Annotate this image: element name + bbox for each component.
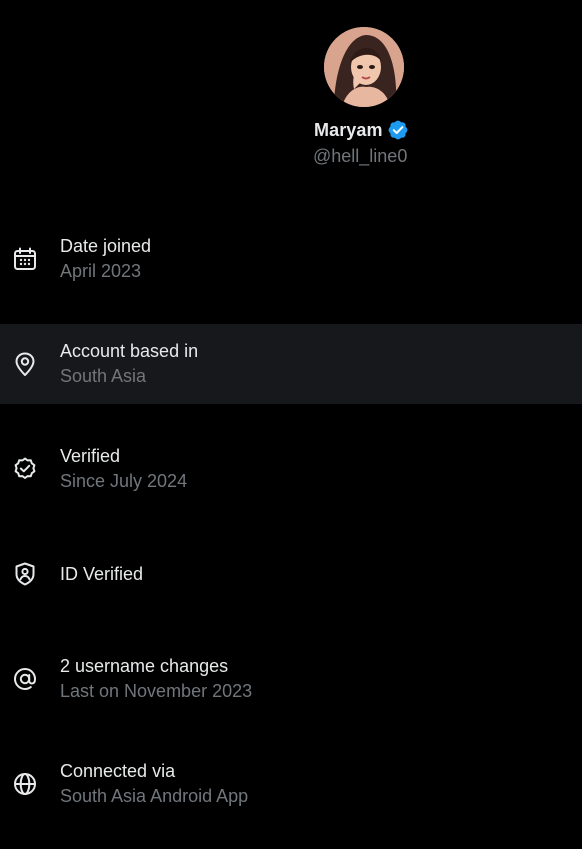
id-shield-icon bbox=[12, 561, 38, 587]
row-subtitle: South Asia bbox=[60, 366, 147, 386]
row-account-based-in[interactable]: Account based in South Asia bbox=[0, 324, 582, 404]
profile-header: Maryam @hell_line0 bbox=[0, 0, 582, 200]
row-subtitle: Last on November 2023 bbox=[60, 681, 253, 701]
row-title: 2 username changes bbox=[60, 656, 229, 676]
user-handle: @hell_line0 bbox=[313, 146, 408, 166]
row-subtitle: South Asia Android App bbox=[60, 786, 249, 806]
row-verified[interactable]: Verified Since July 2024 bbox=[0, 429, 582, 509]
row-id-verified[interactable]: ID Verified bbox=[0, 534, 582, 614]
location-pin-icon bbox=[12, 351, 38, 377]
row-title: Date joined bbox=[60, 236, 152, 256]
row-text: ID Verified bbox=[60, 562, 143, 586]
row-connected-via[interactable]: Connected via South Asia Android App bbox=[0, 744, 582, 824]
display-name[interactable]: Maryam bbox=[314, 120, 383, 141]
row-text: 2 username changes Last on November 2023 bbox=[60, 654, 252, 704]
row-text: Account based in South Asia bbox=[60, 339, 198, 389]
row-subtitle: Since July 2024 bbox=[60, 471, 188, 491]
row-date-joined[interactable]: Date joined April 2023 bbox=[0, 219, 582, 299]
row-title: Connected via bbox=[60, 761, 176, 781]
avatar[interactable] bbox=[324, 27, 404, 107]
globe-icon bbox=[12, 771, 38, 797]
row-text: Connected via South Asia Android App bbox=[60, 759, 248, 809]
verified-check-icon bbox=[12, 456, 38, 482]
about-account-list: Date joined April 2023 Account based in … bbox=[0, 219, 582, 849]
row-text: Date joined April 2023 bbox=[60, 234, 151, 284]
row-title: ID Verified bbox=[60, 564, 144, 584]
calendar-icon bbox=[12, 246, 38, 272]
row-text: Verified Since July 2024 bbox=[60, 444, 187, 494]
row-subtitle: April 2023 bbox=[60, 261, 142, 281]
avatar-image bbox=[324, 27, 404, 107]
row-username-changes[interactable]: 2 username changes Last on November 2023 bbox=[0, 639, 582, 719]
name-row: Maryam bbox=[314, 118, 409, 142]
verified-badge-icon[interactable] bbox=[387, 119, 409, 141]
row-title: Account based in bbox=[60, 341, 199, 361]
row-title: Verified bbox=[60, 446, 121, 466]
at-sign-icon bbox=[12, 666, 38, 692]
